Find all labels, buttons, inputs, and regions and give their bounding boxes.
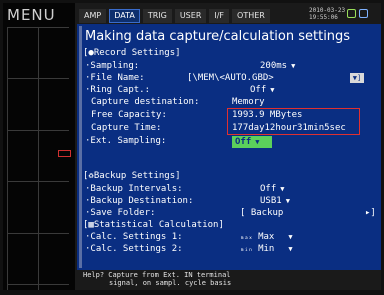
ring-capt-label: ·Ring Capt.: — [85, 85, 151, 95]
menu-title: MENU — [7, 6, 56, 24]
file-name-value[interactable]: [\MEM\<AUTO.GBD> — [187, 72, 274, 84]
save-folder-row: ·Save Folder: [ Backup ▸] — [85, 207, 376, 219]
sampling-label: ·Sampling: — [85, 61, 140, 71]
status-icons — [347, 9, 368, 18]
clock: 2010-03-23 19:55:06 — [309, 7, 345, 21]
dropdown-arrow-icon: ▼ — [270, 86, 275, 94]
save-folder-label: ·Save Folder: — [85, 208, 156, 218]
capture-destination-value: Memory — [232, 97, 265, 107]
help-line-2: signal, on sampl. cycle basis — [109, 279, 232, 287]
waveform-panel: MENU — [3, 3, 75, 290]
sampling-value: 200ms — [260, 61, 288, 71]
capture-destination-row: Capture destination: Memory — [91, 96, 265, 108]
calc-settings-1-row: ·Calc. Settings 1: ₘₐₓ Max ▼ — [85, 231, 293, 243]
dropdown-arrow-icon: ▼ — [285, 197, 290, 205]
backup-intervals-select[interactable]: Off ▼ — [260, 183, 284, 195]
backup-intervals-label: ·Backup Intervals: — [85, 184, 183, 194]
help-line-1: Help? Capture from Ext. IN terminal — [83, 271, 231, 279]
tab-other[interactable]: OTHER — [232, 9, 270, 23]
save-folder-value: [ Backup — [240, 208, 284, 218]
ext-sampling-row: ·Ext. Sampling: — [85, 135, 166, 147]
calc-settings-2-select[interactable]: ₘᵢₙ Min ▼ — [240, 243, 293, 255]
backup-destination-value: USB1 — [260, 196, 282, 206]
min-icon: ₘᵢₙ — [240, 245, 253, 253]
page-title: Making data capture/calculation settings — [85, 29, 351, 44]
dropdown-arrow-icon: ▼ — [288, 245, 293, 253]
ext-sampling-value: Off — [235, 137, 252, 147]
calc-settings-2-label: ·Calc. Settings 2: — [85, 244, 183, 254]
battery-icon — [347, 9, 356, 18]
dropdown-arrow-icon: ▼ — [288, 233, 293, 241]
backup-destination-row: ·Backup Destination: USB1 ▼ — [85, 195, 290, 207]
save-folder-field[interactable]: [ Backup — [240, 207, 283, 219]
calc-settings-1-value: Max — [258, 232, 275, 242]
dropdown-arrow-icon: ▼ — [280, 185, 285, 193]
highlight-box — [227, 108, 360, 135]
tab-amp[interactable]: AMP — [79, 9, 107, 23]
sampling-row: ·Sampling: 200ms ▼ — [85, 60, 295, 72]
backup-destination-label: ·Backup Destination: — [85, 196, 194, 206]
grid-line — [38, 28, 39, 290]
ext-sampling-label: ·Ext. Sampling: — [85, 136, 167, 146]
ring-capt-row: ·Ring Capt.: Off ▼ — [85, 84, 274, 96]
record-settings-header: [●Record Settings] — [83, 48, 181, 58]
device-screen: MENU AMP DATA TRIG USER I/F OTHER 2010-0… — [3, 3, 381, 290]
device-bezel: MENU AMP DATA TRIG USER I/F OTHER 2010-0… — [0, 0, 384, 295]
ring-capt-select[interactable]: Off ▼ — [250, 84, 274, 96]
capture-time-row: Capture Time: 177day12hour31min5sec — [91, 122, 346, 134]
dropdown-arrow-icon: ▼ — [255, 138, 260, 146]
file-name-label: ·File Name: — [85, 73, 145, 83]
backup-destination-select[interactable]: USB1 ▼ — [260, 195, 290, 207]
ext-sampling-select[interactable]: Off ▼ — [232, 136, 272, 148]
file-select-button[interactable]: ▼] — [350, 73, 364, 83]
clock-time: 19:55:06 — [309, 14, 338, 21]
tab-if[interactable]: I/F — [209, 9, 230, 23]
capture-time-label: Capture Time: — [91, 123, 162, 133]
free-capacity-label: Free Capacity: — [91, 110, 167, 120]
max-icon: ₘₐₓ — [240, 233, 253, 241]
backup-intervals-row: ·Backup Intervals: Off ▼ — [85, 183, 284, 195]
settings-panel: Making data capture/calculation settings… — [77, 24, 381, 270]
tab-data[interactable]: DATA — [109, 9, 140, 23]
sampling-select[interactable]: 200ms ▼ — [260, 60, 295, 72]
help-text: Help? Capture from Ext. IN terminal sign… — [83, 271, 231, 287]
folder-arrow-icon[interactable]: ▸] — [365, 207, 376, 219]
calc-settings-1-label: ·Calc. Settings 1: — [85, 232, 183, 242]
statistical-calculation-header: [▦Statistical Calculation] — [83, 220, 224, 230]
ring-capt-value: Off — [250, 85, 267, 95]
tab-user[interactable]: USER — [174, 9, 207, 23]
menu-tabs: AMP DATA TRIG USER I/F OTHER — [79, 9, 270, 23]
clock-date: 2010-03-23 — [309, 7, 346, 14]
capture-destination-label: Capture destination: — [91, 97, 200, 107]
backup-intervals-value: Off — [260, 184, 277, 194]
free-capacity-row: Free Capacity: 1993.9 MBytes — [91, 109, 302, 121]
grid-line — [7, 28, 8, 290]
calc-settings-2-value: Min — [258, 244, 275, 254]
dropdown-arrow-icon: ▼ — [291, 62, 296, 70]
scroll-bar[interactable] — [79, 26, 82, 268]
file-name-row: ·File Name: [\MEM\<AUTO.GBD> ▼] — [85, 72, 364, 84]
calc-settings-1-select[interactable]: ₘₐₓ Max ▼ — [240, 231, 293, 243]
tab-trig[interactable]: TRIG — [142, 9, 172, 23]
backup-settings-header: [♻Backup Settings] — [83, 171, 181, 181]
trace-marker — [58, 150, 71, 157]
storage-icon — [359, 9, 368, 18]
calc-settings-2-row: ·Calc. Settings 2: ₘᵢₙ Min ▼ — [85, 243, 293, 255]
